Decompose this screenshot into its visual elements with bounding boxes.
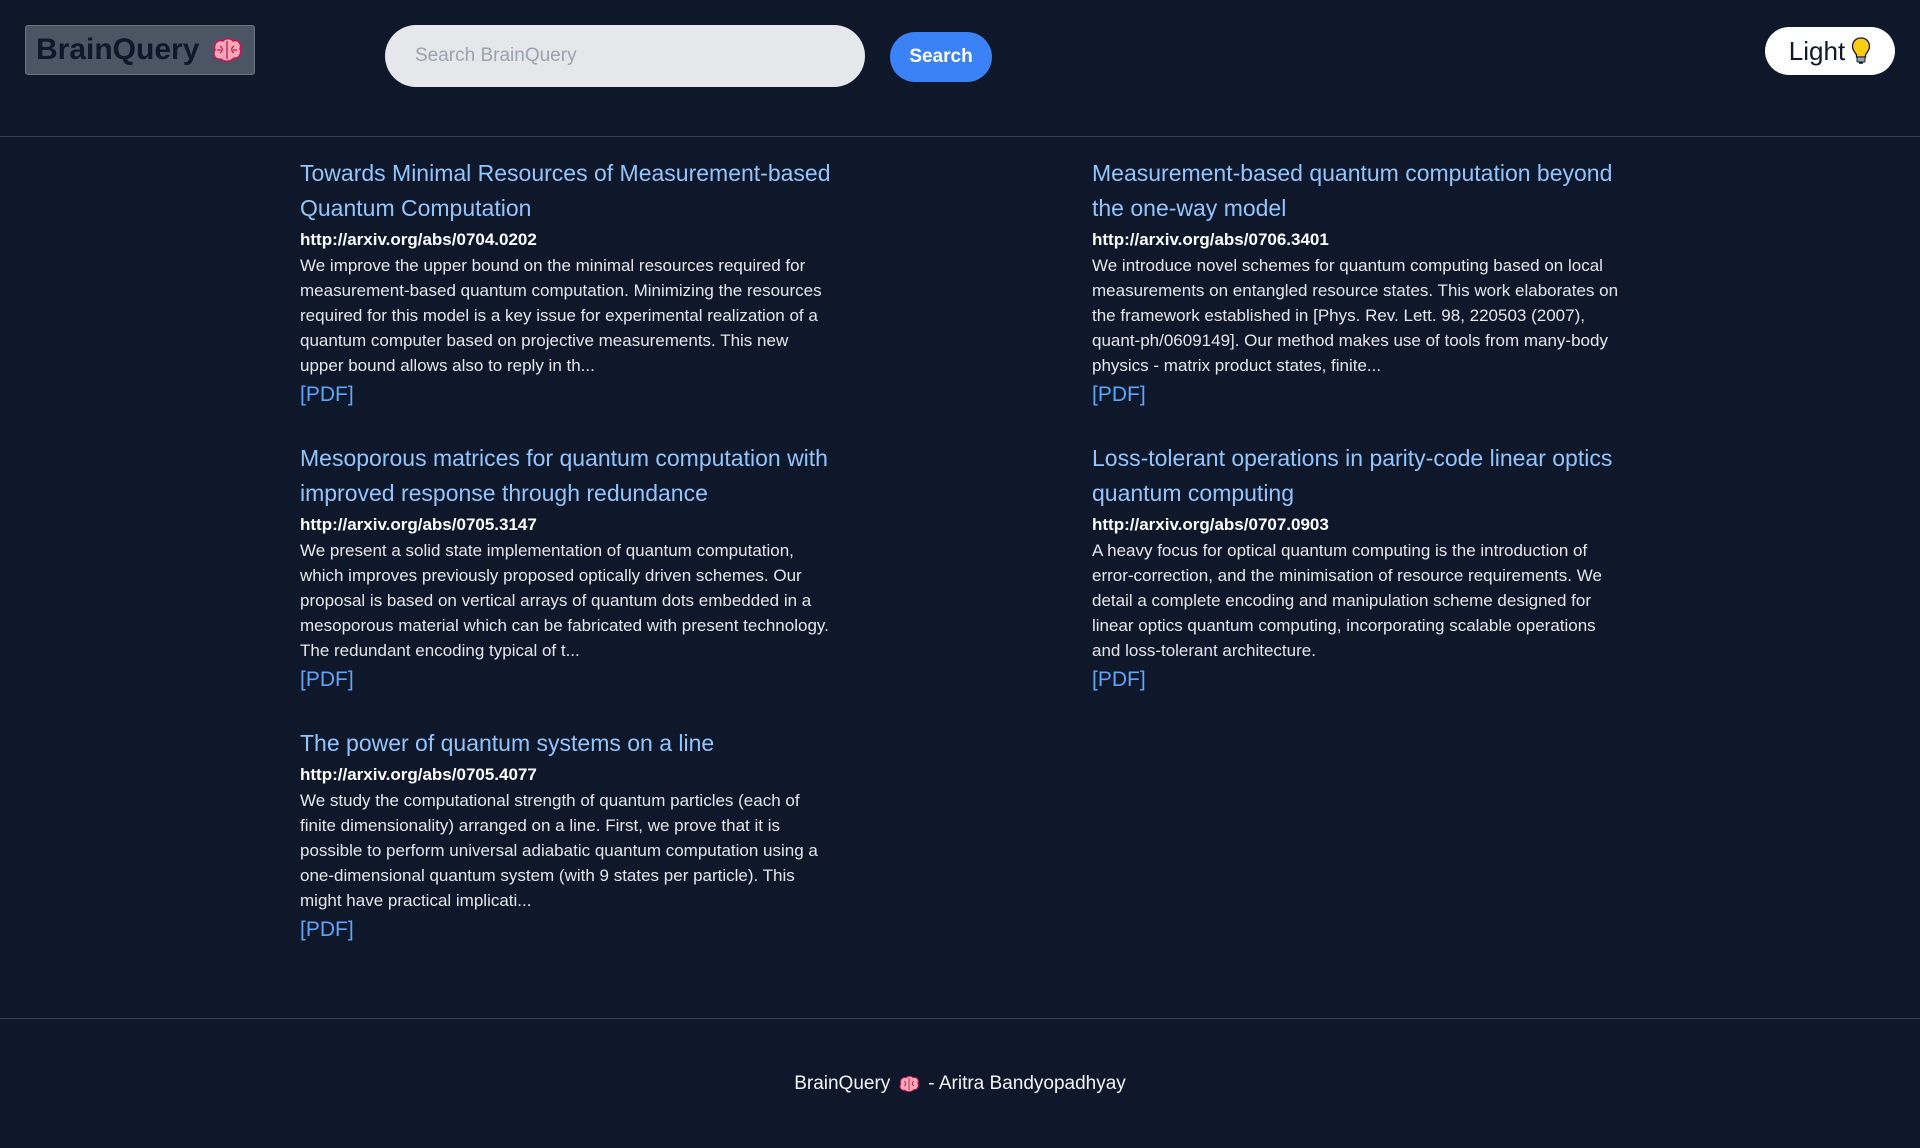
brain-icon: [211, 37, 243, 63]
theme-toggle-button[interactable]: Light: [1765, 27, 1895, 75]
pdf-link[interactable]: [PDF]: [1092, 665, 1146, 695]
result-abstract: We study the computational strength of q…: [300, 791, 818, 910]
header: BrainQuery Search Light: [0, 0, 1920, 137]
result-card: The power of quantum systems on a line h…: [300, 707, 835, 945]
pdf-link[interactable]: [PDF]: [300, 665, 354, 695]
pdf-link[interactable]: [PDF]: [300, 915, 354, 945]
result-card: Loss-tolerant operations in parity-code …: [1092, 422, 1627, 695]
brain-icon: [898, 1075, 920, 1093]
result-abstract: A heavy focus for optical quantum comput…: [1092, 541, 1602, 660]
result-url: http://arxiv.org/abs/0705.4077: [300, 765, 537, 784]
result-url: http://arxiv.org/abs/0705.3147: [300, 515, 537, 534]
logo[interactable]: BrainQuery: [25, 25, 255, 75]
footer: BrainQuery - Aritra Bandyopadhyay: [0, 1018, 1920, 1148]
pdf-link[interactable]: [PDF]: [300, 380, 354, 410]
result-title-link[interactable]: The power of quantum systems on a line: [300, 726, 835, 761]
results-grid: Towards Minimal Resources of Measurement…: [0, 137, 1920, 1017]
result-url: http://arxiv.org/abs/0707.0903: [1092, 515, 1329, 534]
footer-brand: BrainQuery: [794, 1072, 891, 1094]
logo-text: BrainQuery: [36, 33, 200, 66]
result-card: Mesoporous matrices for quantum computat…: [300, 422, 835, 695]
result-abstract: We introduce novel schemes for quantum c…: [1092, 256, 1619, 375]
result-url: http://arxiv.org/abs/0706.3401: [1092, 230, 1329, 249]
footer-author: - Aritra Bandyopadhyay: [928, 1072, 1126, 1094]
search-input[interactable]: [385, 25, 865, 87]
result-title-link[interactable]: Mesoporous matrices for quantum computat…: [300, 441, 835, 511]
result-title-link[interactable]: Loss-tolerant operations in parity-code …: [1092, 441, 1627, 511]
pdf-link[interactable]: [PDF]: [1092, 380, 1146, 410]
result-title-link[interactable]: Towards Minimal Resources of Measurement…: [300, 156, 835, 226]
result-abstract: We improve the upper bound on the minima…: [300, 256, 822, 375]
result-title-link[interactable]: Measurement-based quantum computation be…: [1092, 156, 1627, 226]
result-abstract: We present a solid state implementation …: [300, 541, 829, 660]
result-url: http://arxiv.org/abs/0704.0202: [300, 230, 537, 249]
result-card: Towards Minimal Resources of Measurement…: [300, 137, 835, 410]
lightbulb-icon: [1851, 36, 1871, 66]
theme-toggle-label: Light: [1788, 35, 1846, 66]
result-card: Measurement-based quantum computation be…: [1092, 137, 1627, 410]
search-button[interactable]: Search: [890, 32, 992, 82]
